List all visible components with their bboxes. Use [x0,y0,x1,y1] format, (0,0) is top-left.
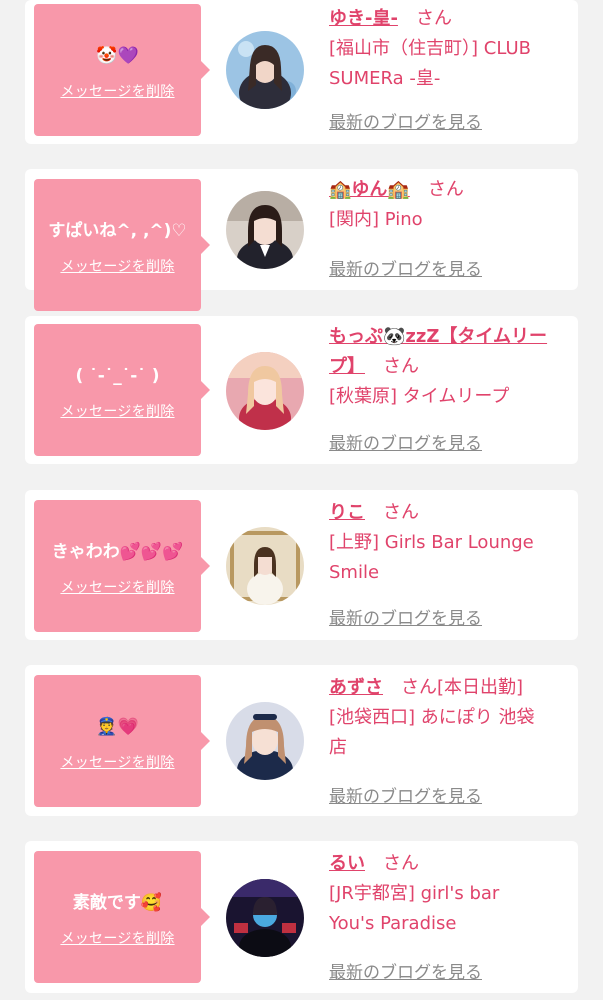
message-bubble: 🤡💜 メッセージを削除 [34,4,210,136]
message-text: ( ˙-˙_˙-˙ ) [75,366,160,386]
shop-line: [上野] Girls Bar Lounge [329,532,534,553]
honorific: さん [383,356,419,377]
sender-info: りこ さん [上野] Girls Bar Lounge Smile [329,498,568,588]
honorific: さん [383,502,419,523]
delete-message-link[interactable]: メッセージを削除 [60,256,174,276]
sender-name-link[interactable]: あずさ [329,677,383,698]
message-text: 素敵です🥰 [72,893,163,913]
latest-blog-link[interactable]: 最新のブログを見る [329,108,482,133]
honorific: さん [415,8,452,29]
message-card: きゃわわ💕💕💕 メッセージを削除 りこ さん [上野] Girls Bar Lou… [25,490,578,640]
sender-info: ゆき-皇- さん [福山市（住吉町）] CLUB SUMERa -皇- [329,4,568,94]
message-bubble: 素敵です🥰 メッセージを削除 [34,851,210,983]
honorific: さん [427,179,464,200]
delete-message-link[interactable]: メッセージを削除 [60,401,174,421]
message-card: 素敵です🥰 メッセージを削除 るい さん [JR宇都宮] girl's bar Y… [25,841,578,993]
message-card: ( ˙-˙_˙-˙ ) メッセージを削除 もっぷ🐼zzZ【タイムリー プ】 さん … [25,316,578,464]
sender-info: あずさ さん[本日出勤] [池袋西口] あにぽり 池袋 店 [329,673,568,763]
shop-name: [秋葉原] タイムリープ [329,382,568,412]
shop-name: [福山市（住吉町）] CLUB SUMERa -皇- [329,34,568,94]
avatar[interactable] [226,191,304,269]
shop-line: SUMERa -皇- [329,68,441,89]
shop-name: [関内] Pino [329,205,568,235]
latest-blog-link[interactable]: 最新のブログを見る [329,604,482,629]
delete-message-link[interactable]: メッセージを削除 [60,81,174,101]
shop-line: You's Paradise [329,913,457,934]
message-list: 🤡💜 メッセージを削除 ゆき-皇- さん [福山市（住吉町）] CLUB SUME… [0,0,603,1000]
latest-blog-link[interactable]: 最新のブログを見る [329,958,482,983]
delete-message-link[interactable]: メッセージを削除 [60,752,174,772]
sender-name-link[interactable]: 🏫ゆん🏫 [329,179,410,200]
avatar[interactable] [226,352,304,430]
message-bubble: きゃわわ💕💕💕 メッセージを削除 [34,500,210,632]
shop-name: [上野] Girls Bar Lounge Smile [329,528,568,588]
shop-line: [秋葉原] タイムリープ [329,386,510,407]
latest-blog-link[interactable]: 最新のブログを見る [329,429,482,454]
shop-line: [福山市（住吉町）] CLUB [329,38,531,59]
avatar[interactable] [226,527,304,605]
message-bubble: 👮💗 メッセージを削除 [34,675,210,807]
message-text: すぱいね^, ,^)♡ [48,221,187,241]
shop-line: [JR宇都宮] girl's bar [329,883,500,904]
shop-line: 店 [329,737,347,758]
message-card: 👮💗 メッセージを削除 あずさ さん[本日出勤] [池袋西口] あにぽり 池袋 店… [25,665,578,816]
sender-info: 🏫ゆん🏫 さん [関内] Pino [329,175,568,235]
message-card: すぱいね^, ,^)♡ メッセージを削除 🏫ゆん🏫 さん [関内] Pino 最新… [25,169,578,311]
avatar[interactable] [226,879,304,957]
avatar[interactable] [226,31,304,109]
latest-blog-link[interactable]: 最新のブログを見る [329,782,482,807]
sender-info: もっぷ🐼zzZ【タイムリー プ】 さん [秋葉原] タイムリープ [329,322,568,412]
sender-name-link[interactable]: ゆき-皇- [329,8,398,29]
shop-line: Smile [329,562,380,583]
avatar[interactable] [226,702,304,780]
delete-message-link[interactable]: メッセージを削除 [60,577,174,597]
message-bubble: すぱいね^, ,^)♡ メッセージを削除 [34,179,210,311]
message-text: 🤡💜 [96,46,139,66]
shop-line: [池袋西口] あにぽり 池袋 [329,707,535,728]
message-card: 🤡💜 メッセージを削除 ゆき-皇- さん [福山市（住吉町）] CLUB SUME… [25,0,578,144]
message-text: 👮💗 [96,717,139,737]
message-text: きゃわわ💕💕💕 [51,542,184,562]
message-bubble: ( ˙-˙_˙-˙ ) メッセージを削除 [34,324,210,456]
sender-info: るい さん [JR宇都宮] girl's bar You's Paradise [329,849,568,939]
delete-message-link[interactable]: メッセージを削除 [60,928,174,948]
sender-name-link[interactable]: るい [329,853,365,874]
sender-name-link[interactable]: もっぷ🐼zzZ【タイムリー [329,326,547,347]
honorific: さん[本日出勤] [401,677,524,698]
sender-name-link[interactable]: りこ [329,502,365,523]
shop-line: [関内] Pino [329,209,423,230]
shop-name: [JR宇都宮] girl's bar You's Paradise [329,879,568,939]
honorific: さん [383,853,419,874]
sender-name-link-cont[interactable]: プ】 [329,356,365,377]
latest-blog-link[interactable]: 最新のブログを見る [329,255,482,280]
shop-name: [池袋西口] あにぽり 池袋 店 [329,703,568,763]
